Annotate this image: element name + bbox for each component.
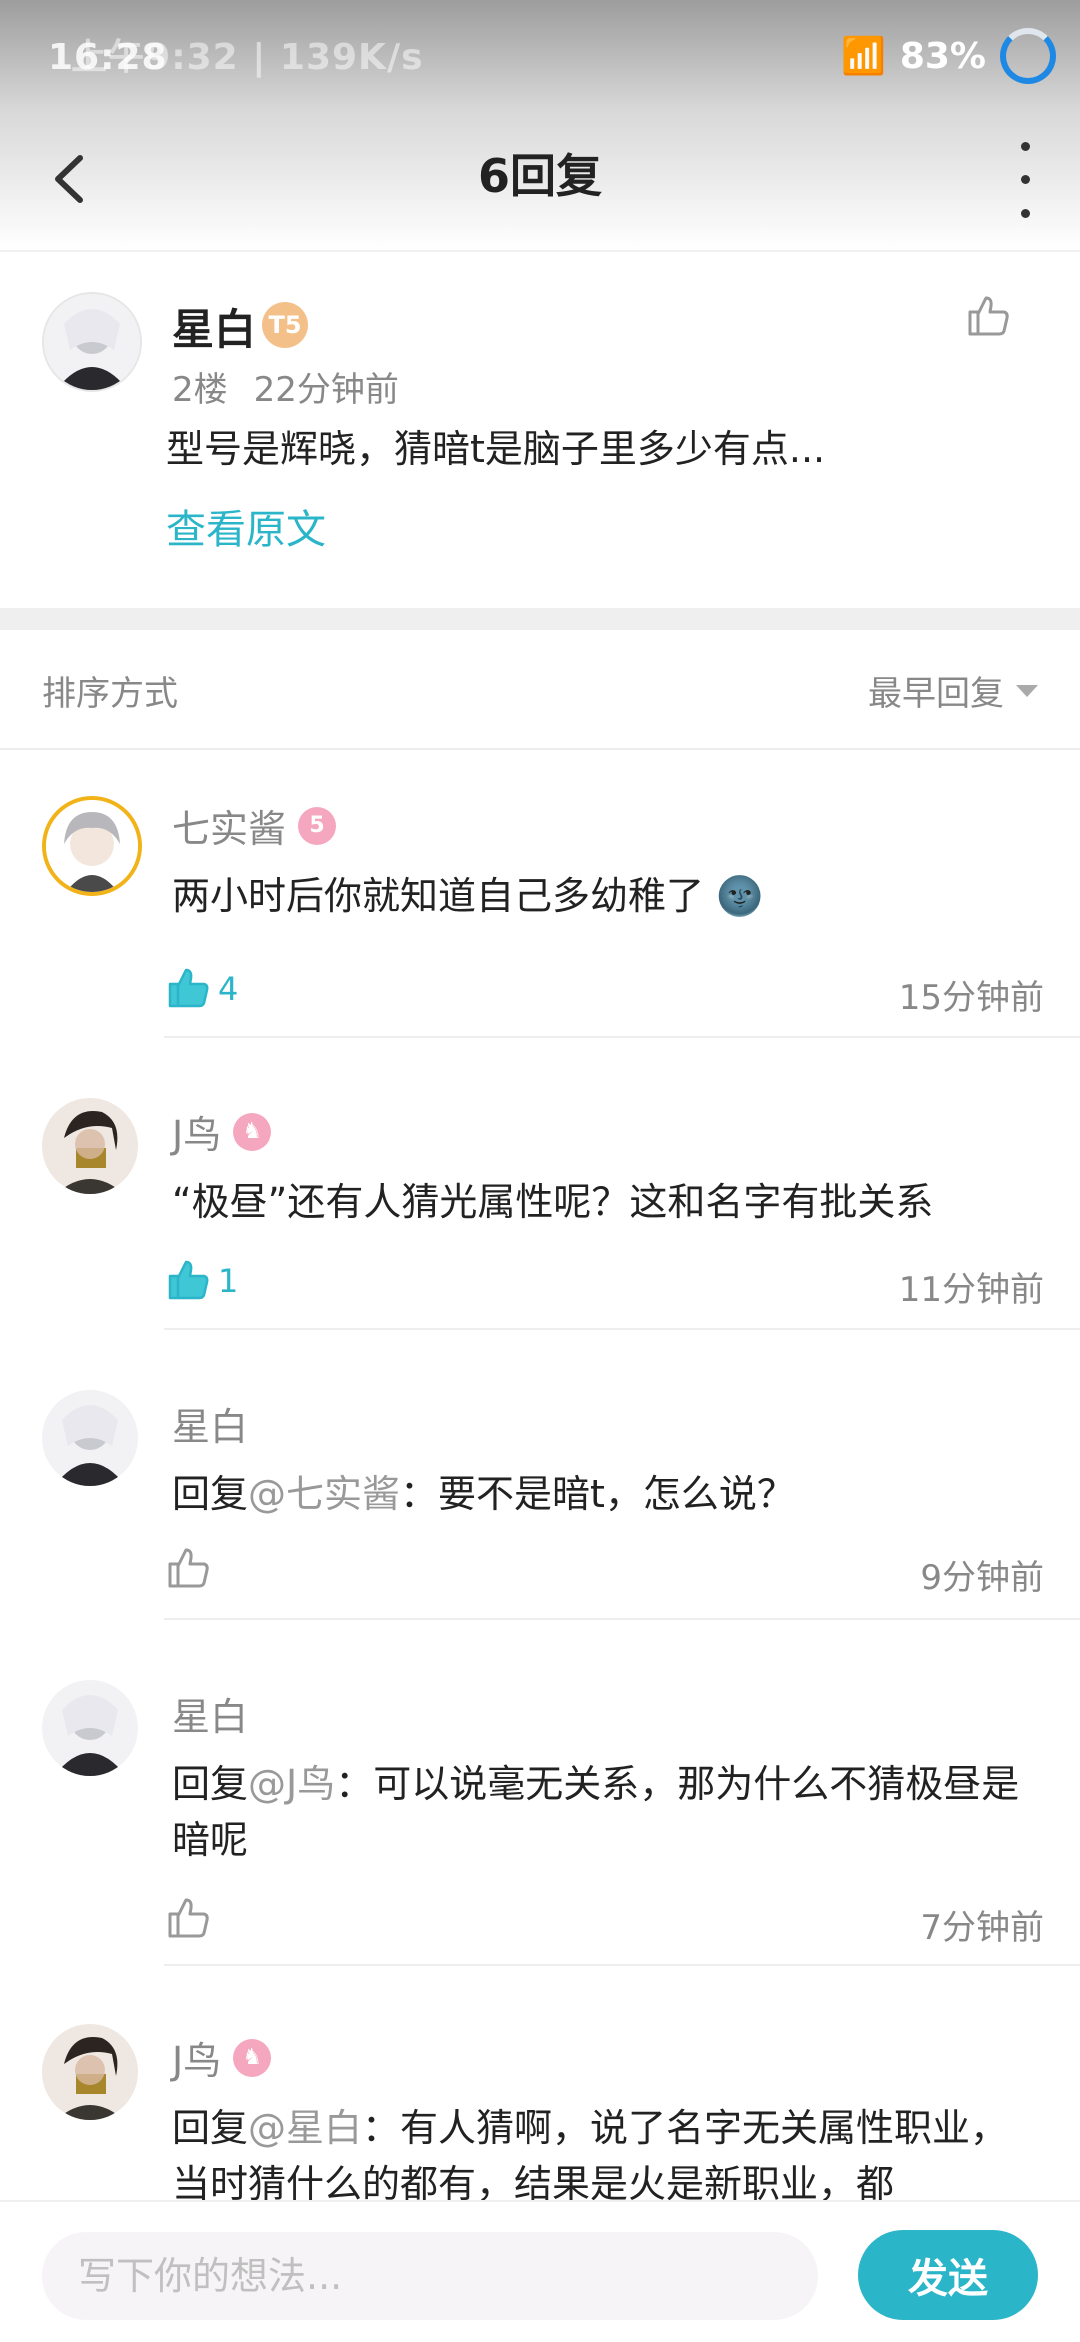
vip-badge: T5 [262,302,308,348]
comment-input[interactable] [42,2232,818,2320]
level-badge: ♞ [233,2038,272,2077]
divider [164,1618,1080,1620]
reply-text-body: “极昼”还有人猜光属性呢？这和名字有批关系 [172,1180,934,1224]
reply-footer: 1 11分钟前 [164,1256,1044,1310]
view-original-link[interactable]: 查看原文 [166,497,326,555]
avatar[interactable] [42,2024,138,2120]
thumbs-up-icon[interactable] [164,964,212,1012]
post-meta: 2楼 22分钟前 [172,362,399,411]
post-time: 22分钟前 [253,370,399,410]
level-badge: ♞ [233,1112,272,1151]
mention-link[interactable]: @J鸟 [248,1762,335,1806]
reply-item: J鸟 ♞ 回复@星白：有人猜啊，说了名字无关属性职业，当时猜什么的都有，结果是火… [0,2024,1080,2200]
reply-item: 七实酱 5 两小时后你就知道自己多幼稚了 🌚 4 15分钟前 [0,792,1080,1042]
reply-text: 回复@J鸟：可以说毫无关系，那为什么不猜极昼是暗呢 [172,1756,1032,1868]
page-title: 6回复 [477,149,602,203]
avatar[interactable] [42,1390,138,1486]
divider [164,1328,1080,1330]
reply-author[interactable]: J鸟 ♞ [172,2030,272,2085]
comment-composer: 发送 [0,2200,1080,2342]
reply-author-name: 星白 [172,1695,249,1739]
divider [164,1036,1080,1038]
level-badge: 5 [298,806,337,845]
thumbs-up-icon[interactable] [964,292,1012,340]
reply-footer: 7分钟前 [164,1894,1044,1948]
mention-link[interactable]: @星白 [248,2106,362,2150]
more-vertical-icon[interactable] [1010,130,1040,230]
reply-author-name: J鸟 [172,2039,222,2083]
reply-prefix: 回复 [172,1472,249,1516]
reply-author[interactable]: 星白 [172,1396,248,1451]
reply-author[interactable]: J鸟 ♞ [172,1104,272,1159]
reply-prefix: 回复 [172,2106,249,2150]
status-bar: 16:28 上午9:32 | 139K/s 📶 83% [0,0,1080,110]
reply-footer: 4 15分钟前 [164,964,1044,1018]
dropdown-triangle-icon [1016,684,1038,697]
loading-ring-icon [1000,28,1056,84]
reply-author-name: 七实酱 [172,807,287,851]
post-text: 型号是辉晓，猜暗t是脑子里多少有点... [166,427,826,471]
avatar[interactable] [42,1098,138,1194]
sort-selected-value: 最早回复 [868,674,1004,714]
sort-label: 排序方式 [42,674,178,714]
main-post: 星白 T5 2楼 22分钟前 型号是辉晓，猜暗t是脑子里多少有点... 查看原文 [0,252,1080,607]
like-count: 1 [218,1262,239,1300]
reply-time: 9分钟前 [920,1558,1044,1598]
send-button[interactable]: 发送 [858,2230,1038,2320]
reply-time: 11分钟前 [898,1270,1044,1310]
reply-item: J鸟 ♞ “极昼”还有人猜光属性呢？这和名字有批关系 1 11分钟前 [0,1098,1080,1348]
top-bar: 6回复 [0,110,1080,252]
sort-bar: 排序方式 最早回复 [0,630,1080,750]
reply-time: 7分钟前 [920,1908,1044,1948]
author-name[interactable]: 星白 [172,296,256,357]
thumbs-up-icon[interactable] [164,1544,212,1592]
reply-item: 星白 回复@J鸟：可以说毫无关系，那为什么不猜极昼是暗呢 7分钟前 [0,1680,1080,1980]
reply-text-body: ：要不是暗t，怎么说？ [400,1472,795,1516]
section-divider [0,608,1080,630]
sort-dropdown[interactable]: 最早回复 [868,666,1038,715]
mention-link[interactable]: @七实酱 [248,1472,400,1516]
divider [164,1964,1080,1966]
floor-number: 2楼 [172,370,228,410]
reply-text: 两小时后你就知道自己多幼稚了 🌚 [172,868,1032,924]
avatar[interactable] [42,1680,138,1776]
reply-prefix: 回复 [172,1762,249,1806]
thumbs-up-icon[interactable] [164,1894,212,1942]
emoji: 🌚 [716,874,764,918]
reply-author[interactable]: 七实酱 5 [172,798,337,853]
reply-text: “极昼”还有人猜光属性呢？这和名字有批关系 [172,1174,1032,1230]
thumbs-up-icon[interactable] [164,1256,212,1304]
reply-text: 回复@七实酱：要不是暗t，怎么说？ [172,1466,1032,1522]
like-count: 4 [218,970,239,1008]
reply-author-name: 星白 [172,1405,249,1449]
reply-author-name: J鸟 [172,1113,222,1157]
reply-author[interactable]: 星白 [172,1686,248,1741]
status-time: 16:28 上午9:32 | 139K/s [48,28,424,80]
reply-text: 回复@星白：有人猜啊，说了名字无关属性职业，当时猜什么的都有，结果是火是新职业，… [172,2100,1032,2200]
battery-text: 83% [899,35,986,77]
signal-icon: 📶 [841,36,886,77]
reply-footer: 9分钟前 [164,1544,1044,1598]
avatar[interactable] [42,796,142,896]
reply-text-body: 两小时后你就知道自己多幼稚了 [172,874,705,918]
status-icons: 📶 83% [841,28,1056,84]
network-speed-text: 上午9:32 | 139K/s [71,37,424,78]
reply-item: 星白 回复@七实酱：要不是暗t，怎么说？ 9分钟前 [0,1390,1080,1640]
avatar[interactable] [42,292,142,392]
reply-time: 15分钟前 [898,978,1044,1018]
